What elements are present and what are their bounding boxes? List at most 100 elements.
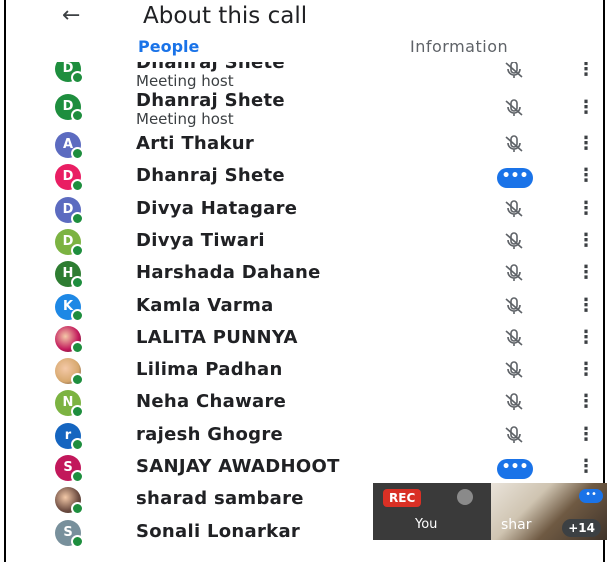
participant-name: Dhanraj Shete (136, 90, 285, 111)
arrow-back-icon[interactable]: ← (62, 4, 80, 28)
participant-row[interactable]: Lilima Padhan ⋮ (0, 356, 609, 388)
avatar: S (55, 455, 84, 483)
avatar: N (55, 390, 84, 419)
participant-name: LALITA PUNNYA (136, 326, 298, 348)
avatar: K (55, 293, 84, 322)
avatar (55, 487, 84, 516)
participant-row[interactable]: N Neha Chaware ⋮ (0, 388, 609, 420)
participant-row[interactable]: H Harshada Dahane ⋮ (0, 259, 609, 291)
participant-row[interactable]: A Arti Thakur ⋮ (0, 130, 609, 162)
mic-off-icon[interactable] (502, 96, 526, 120)
participant-row[interactable]: D Divya Tiwari ⋮ (0, 227, 609, 259)
mic-off-icon[interactable] (502, 229, 526, 253)
participant-name: Harshada Dahane (136, 262, 321, 284)
recording-badge: REC (383, 489, 422, 507)
avatar (55, 358, 84, 387)
online-indicator (71, 470, 84, 483)
participant-name: Divya Hatagare (136, 197, 298, 219)
more-vert-icon[interactable]: ⋮ (576, 261, 596, 285)
online-indicator (71, 243, 84, 257)
participant-name: Neha Chaware (136, 391, 287, 413)
mic-off-icon (457, 489, 473, 505)
more-vert-icon[interactable]: ⋮ (576, 294, 596, 318)
more-participants-badge[interactable]: +14 (562, 519, 601, 537)
participant-row[interactable]: D Dhanraj Shete Meeting host ⋮ (0, 62, 609, 96)
top-bar: ← About this call (0, 0, 609, 36)
participant-row[interactable]: D Dhanraj Shete ••• ⋮ (0, 162, 609, 194)
mic-off-icon[interactable] (502, 132, 526, 156)
avatar: D (55, 228, 84, 257)
more-vert-icon[interactable]: ⋮ (576, 455, 596, 479)
page-title: About this call (143, 3, 308, 29)
video-tiles[interactable]: REC You •• shar +14 (373, 483, 607, 540)
more-vert-icon[interactable]: ⋮ (576, 423, 596, 447)
online-indicator (71, 147, 84, 160)
more-vert-icon[interactable]: ⋮ (576, 96, 596, 120)
tab-bar: People Information (0, 36, 609, 62)
avatar: A (55, 132, 84, 160)
more-vert-icon[interactable]: ⋮ (576, 197, 596, 221)
online-indicator (71, 109, 84, 122)
avatar: S (55, 519, 84, 548)
more-vert-icon[interactable]: ⋮ (576, 132, 596, 156)
avatar: D (55, 196, 84, 225)
online-indicator (71, 211, 84, 225)
mic-off-icon[interactable] (502, 358, 526, 382)
online-indicator (71, 340, 84, 354)
participant-name: Divya Tiwari (136, 229, 265, 251)
mic-off-icon[interactable] (502, 390, 526, 414)
online-indicator (71, 373, 84, 387)
online-indicator (71, 276, 84, 290)
self-tile-label: You (415, 517, 438, 532)
participant-role: Meeting host (136, 72, 234, 90)
participant-video-tile[interactable]: •• shar +14 (491, 483, 607, 540)
mic-off-icon[interactable] (502, 261, 526, 285)
avatar: D (55, 62, 84, 84)
participant-row[interactable]: LALITA PUNNYA ⋮ (0, 324, 609, 356)
audio-level-icon: •• (579, 489, 603, 503)
audio-level-icon: ••• (497, 459, 533, 479)
mic-off-icon[interactable] (502, 326, 526, 350)
participant-name: Lilima Padhan (136, 359, 283, 381)
mic-off-icon[interactable] (502, 294, 526, 318)
participant-tile-label: shar (501, 517, 532, 533)
avatar (55, 325, 84, 354)
online-indicator (71, 179, 84, 193)
participant-name: SANJAY AWADHOOT (136, 456, 340, 477)
online-indicator (71, 308, 84, 322)
tab-information[interactable]: Information (410, 36, 508, 58)
more-vert-icon[interactable]: ⋮ (576, 229, 596, 253)
more-vert-icon[interactable]: ⋮ (576, 358, 596, 382)
online-indicator (71, 502, 84, 516)
participant-role: Meeting host (136, 110, 234, 128)
more-vert-icon[interactable]: ⋮ (576, 326, 596, 350)
participant-name: Sonali Lonarkar (136, 520, 301, 542)
online-indicator (71, 534, 84, 548)
participant-name: Dhanraj Shete (136, 165, 285, 187)
avatar: D (55, 164, 84, 193)
participant-name: Kamla Varma (136, 294, 274, 316)
mic-off-icon[interactable] (502, 62, 526, 82)
avatar: D (55, 94, 84, 122)
audio-level-icon: ••• (497, 168, 533, 189)
participant-row[interactable]: r rajesh Ghogre ⋮ (0, 421, 609, 453)
online-indicator (71, 437, 84, 451)
online-indicator (71, 405, 84, 419)
participant-name: rajesh Ghogre (136, 423, 284, 445)
self-video-tile[interactable]: REC You (373, 483, 491, 540)
avatar: H (55, 261, 84, 290)
more-vert-icon[interactable]: ⋮ (576, 62, 596, 82)
participant-name: sharad sambare (136, 488, 304, 510)
mic-off-icon[interactable] (502, 197, 526, 221)
avatar: r (55, 422, 84, 451)
participant-row[interactable]: S SANJAY AWADHOOT ••• ⋮ (0, 453, 609, 485)
participant-row[interactable]: D Dhanraj Shete Meeting host ⋮ (0, 90, 609, 134)
participant-row[interactable]: K Kamla Varma ⋮ (0, 292, 609, 324)
participant-name: Arti Thakur (136, 133, 255, 154)
participant-row[interactable]: D Divya Hatagare ⋮ (0, 195, 609, 227)
online-indicator (71, 71, 84, 84)
mic-off-icon[interactable] (502, 423, 526, 447)
tab-people[interactable]: People (138, 36, 199, 58)
more-vert-icon[interactable]: ⋮ (576, 390, 596, 414)
more-vert-icon[interactable]: ⋮ (576, 164, 596, 188)
